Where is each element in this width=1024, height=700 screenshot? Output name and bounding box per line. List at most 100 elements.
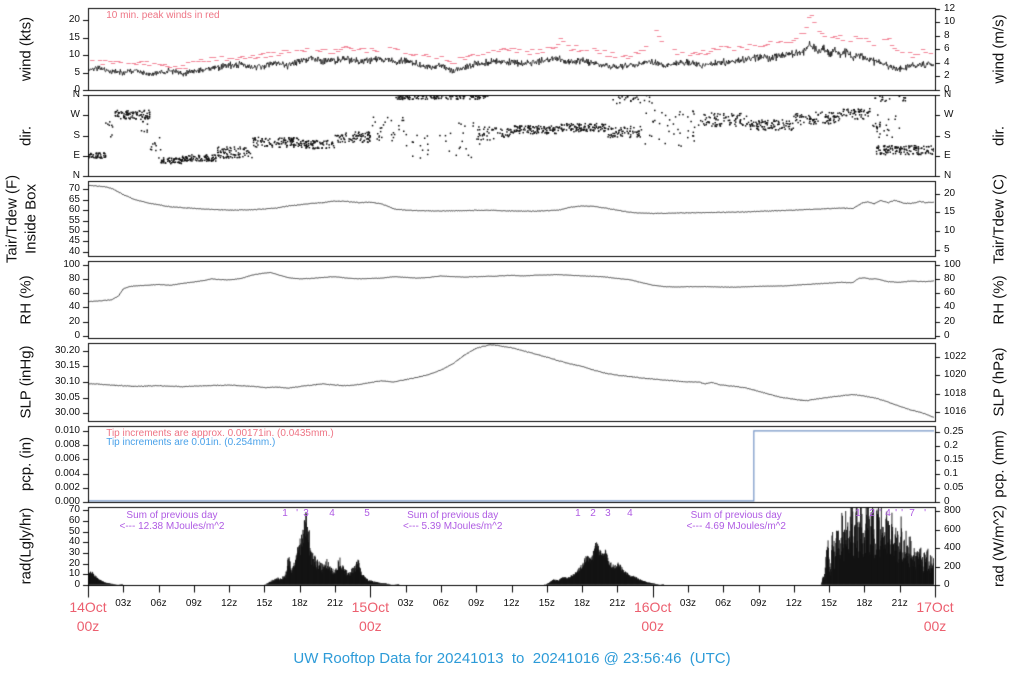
y-tick-label-left-pcp: 0.004 <box>54 467 80 479</box>
x-axis-hour-label: 12z <box>221 598 238 609</box>
axis-label-right-wind: wind (m/s) <box>990 14 1008 84</box>
y-tick-label-left-slp: 30.15 <box>54 360 80 372</box>
x-axis-hour-label: 06z <box>432 598 449 609</box>
rad-event-mark: ' <box>895 508 898 519</box>
y-tick-label-right-tair: 20 <box>944 187 956 199</box>
axis-label-left-dir: dir. <box>17 125 35 146</box>
rad-event-mark: 5 <box>364 508 370 519</box>
axis-label-right-tair: Tair/Tdew (C) <box>990 173 1008 264</box>
y-tick-label-left-wind: 20 <box>68 14 80 26</box>
rad-sum-annotation: <--- 5.39 MJoules/m^2 <box>402 521 503 532</box>
y-tick-label-right-pcp: 0.25 <box>944 426 964 438</box>
y-tick-label-left-rh: 100 <box>63 258 80 270</box>
y-tick-label-left-wind: 5 <box>74 66 80 78</box>
y-tick-label-right-tair: 15 <box>944 206 956 218</box>
x-axis-hour-label: 15z <box>256 598 273 609</box>
y-tick-label-right-rh: 80 <box>944 272 956 284</box>
y-tick-label-right-rad: 800 <box>944 505 961 517</box>
y-tick-label-right-rh: 60 <box>944 287 956 299</box>
y-tick-label-left-rad: 10 <box>68 568 80 580</box>
y-tick-label-right-pcp: 0.05 <box>944 482 964 493</box>
y-tick-label-left-pcp: 0.002 <box>54 481 80 493</box>
y-tick-label-left-slp: 30.10 <box>54 376 80 387</box>
axis-label-right-pcp: pcp. (mm) <box>990 430 1008 498</box>
y-tick-label-right-slp: 1016 <box>944 406 967 418</box>
y-tick-label-right-rad: 0 <box>944 579 950 590</box>
x-axis-hour-label: 06z <box>150 598 167 609</box>
annotation-wind: 10 min. peak winds in red <box>106 10 220 21</box>
y-tick-label-left-slp: 30.00 <box>54 407 80 419</box>
x-axis-hour-label: 06z <box>715 598 732 609</box>
rad-event-mark: 2 <box>869 508 875 519</box>
y-tick-label-right-rad: 600 <box>944 523 961 535</box>
x-axis-day-label: 00z <box>76 618 100 634</box>
rad-sum-annotation: <--- 12.38 MJoules/m^2 <box>119 521 225 532</box>
axis-label-left-tair: Tair/Tdew (F) <box>3 174 21 263</box>
y-tick-label-left-rad: 60 <box>68 514 80 526</box>
axis-label-right-rh: RH (%) <box>990 274 1008 325</box>
x-axis-hour-label: 03z <box>115 598 132 609</box>
x-axis-day-label: 00z <box>359 618 382 634</box>
y-tick-label-right-dir: N <box>944 170 952 181</box>
rad-event-mark: 1 <box>855 508 861 519</box>
axis-label-left-wind: wind (kts) <box>17 16 35 82</box>
y-tick-label-left-pcp: 0.008 <box>54 439 80 451</box>
axis-label-left-rad: rad(Lgly/hr) <box>17 507 35 585</box>
meteogram-figure: 0 5 10 15 20 0 2 4 6 8 10 12 wind (kts) wind (m/s) 10 … <box>0 0 1024 700</box>
y-tick-label-right-dir: N <box>944 89 952 100</box>
rad-event-mark: 7 <box>909 508 915 519</box>
rad-event-mark: ' <box>879 508 882 519</box>
y-tick-label-right-tair: 5 <box>944 243 950 255</box>
y-tick-label-right-dir: W <box>944 109 954 121</box>
y-tick-label-left-pcp: 0.010 <box>54 424 80 436</box>
axis-label-left-slp: SLP (inHg) <box>17 345 35 419</box>
rad-event-mark: ' <box>901 508 904 519</box>
x-axis-day-label: 16Oct <box>633 599 672 615</box>
x-axis-hour-label: 18z <box>574 598 591 609</box>
y-tick-label-right-slp: 1020 <box>944 369 967 381</box>
y-tick-label-left-rad: 30 <box>68 546 80 558</box>
y-tick-label-left-tair: 65 <box>68 193 80 205</box>
y-tick-label-right-dir: S <box>944 129 951 141</box>
y-tick-label-left-slp: 30.20 <box>54 344 80 356</box>
y-tick-label-left-rh: 0 <box>74 329 80 341</box>
y-tick-label-right-rh: 100 <box>944 258 961 270</box>
y-tick-label-right-dir: E <box>944 149 951 161</box>
y-tick-label-left-rad: 50 <box>68 525 80 537</box>
y-tick-label-right-wind: 12 <box>944 2 956 14</box>
x-axis-hour-label: 21z <box>326 598 344 609</box>
y-tick-label-left-dir: S <box>73 129 80 141</box>
axis-label-right-dir: dir. <box>990 125 1008 146</box>
y-tick-label-right-slp: 1022 <box>944 351 967 363</box>
y-tick-label-left-tair: 55 <box>68 214 80 226</box>
rad-event-mark: 4 <box>627 508 633 519</box>
y-tick-label-right-wind: 10 <box>944 16 956 28</box>
rad-event-mark: 4 <box>329 508 335 519</box>
y-tick-label-left-wind: 10 <box>68 49 80 61</box>
x-axis-hour-label: 15z <box>538 598 555 609</box>
y-tick-label-left-rad: 20 <box>68 557 80 569</box>
x-axis-day-label: 00z <box>641 618 664 634</box>
rad-event-mark: ' <box>924 508 927 519</box>
y-tick-label-left-rad: 70 <box>68 504 80 516</box>
y-tick-label-left-tair: 70 <box>68 183 80 195</box>
y-tick-label-right-tair: 10 <box>944 225 956 236</box>
y-tick-label-left-dir: N <box>72 170 80 181</box>
rad-event-mark: 4 <box>885 508 891 519</box>
x-axis-hour-label: 15z <box>821 598 838 609</box>
y-tick-label-left-wind: 15 <box>68 31 80 43</box>
figure-title: UW Rooftop Data for 20241013 to 20241016… <box>293 650 731 667</box>
axis-label-left-rh: RH (%) <box>17 274 35 325</box>
y-tick-label-left-rad: 0 <box>74 579 80 590</box>
rad-sum-annotation: Sum of previous day <box>126 510 218 521</box>
x-axis-hour-label: 12z <box>503 598 520 609</box>
rad-sum-annotation: Sum of previous day <box>407 510 499 521</box>
y-tick-label-right-wind: 6 <box>944 43 950 55</box>
rad-sum-annotation: <--- 4.69 MJoules/m^2 <box>686 521 786 532</box>
y-tick-label-left-rh: 40 <box>68 301 80 313</box>
rad-event-mark: 1 <box>575 508 581 519</box>
axis-label-left-pcp: pcp. (in) <box>17 436 35 492</box>
y-tick-label-left-rh: 80 <box>68 272 80 284</box>
y-tick-label-right-pcp: 0.2 <box>944 440 958 452</box>
y-tick-label-left-dir: E <box>73 149 80 161</box>
